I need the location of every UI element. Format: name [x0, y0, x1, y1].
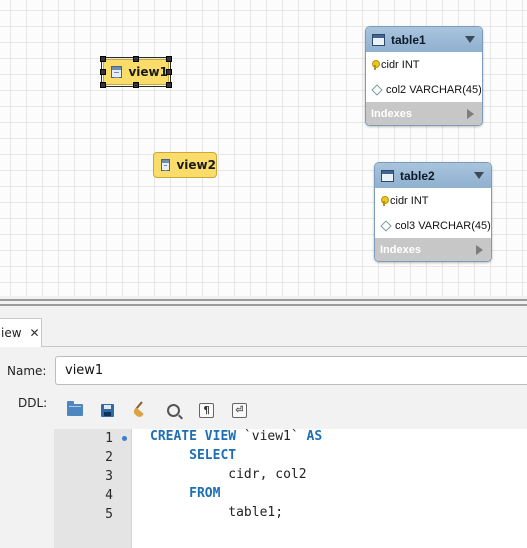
column-text: col2 VARCHAR(45) — [386, 83, 482, 96]
open-file-icon — [66, 401, 83, 416]
table-title: table2 — [400, 168, 435, 183]
resize-handle-bl[interactable] — [100, 82, 106, 88]
line-number: 1 — [105, 431, 113, 446]
table2-object[interactable]: table2 cidr INT col3 VARCHAR(45) Indexes — [374, 162, 492, 262]
column-row[interactable]: cidr INT — [375, 188, 491, 213]
name-label: Name: — [7, 364, 47, 378]
view2-object[interactable]: view2 — [153, 152, 217, 178]
table-header[interactable]: table2 — [375, 163, 491, 188]
column-text: cidr INT — [390, 194, 429, 207]
word-wrap-icon: ⏎ — [232, 402, 247, 418]
invisible-chars-button[interactable]: ¶ — [190, 399, 223, 421]
view-icon — [161, 159, 171, 171]
tab-label: iew — [1, 326, 22, 340]
resize-handle-tr[interactable] — [166, 56, 172, 62]
line-number: 4 — [105, 488, 113, 503]
close-icon[interactable]: ✕ — [30, 326, 40, 340]
line-number: 2 — [105, 450, 113, 465]
line-number: 3 — [105, 469, 113, 484]
column-row[interactable]: col3 VARCHAR(45) — [375, 213, 491, 238]
ddl-code-editor[interactable]: 1 2 3 4 5 CREATE VIEW `view1` AS SELECT … — [54, 429, 527, 548]
expand-arrow-icon[interactable] — [467, 109, 474, 119]
editor-tab-bar: iew ✕ — [0, 318, 527, 347]
code-line: SELECT — [150, 448, 322, 467]
table-title: table1 — [391, 32, 426, 47]
invisible-chars-icon: ¶ — [199, 402, 214, 418]
resize-handle-tl[interactable] — [100, 56, 106, 62]
primary-key-icon — [372, 59, 380, 70]
view2-label: view2 — [176, 158, 216, 172]
beautify-button[interactable] — [124, 399, 157, 421]
resize-handle-bm[interactable] — [133, 82, 139, 88]
code-text: table1; — [228, 505, 284, 520]
collapse-arrow-icon[interactable] — [465, 36, 475, 43]
resize-handle-tm[interactable] — [133, 56, 139, 62]
column-row[interactable]: col2 VARCHAR(45) — [366, 77, 482, 102]
column-text: col3 VARCHAR(45) — [395, 219, 491, 232]
save-icon — [101, 403, 114, 417]
word-wrap-button[interactable]: ⏎ — [223, 399, 256, 421]
identifier: `view1` — [236, 429, 307, 444]
column-row[interactable]: cidr INT — [366, 52, 482, 77]
table-header[interactable]: table1 — [366, 27, 482, 52]
indexes-label: Indexes — [380, 243, 421, 256]
column-diamond-icon — [371, 83, 383, 96]
table-icon — [381, 169, 394, 182]
splitter-line — [0, 304, 527, 306]
diagram-canvas[interactable]: view1 view2 table1 cidr INT col2 VARCHAR… — [0, 0, 527, 296]
code-line: FROM — [150, 486, 322, 505]
table-icon — [372, 33, 385, 46]
statement-marker-icon — [122, 436, 127, 441]
view-icon — [111, 66, 123, 78]
open-file-button[interactable] — [58, 399, 91, 421]
code-line: cidr, col2 — [150, 467, 322, 486]
collapse-arrow-icon[interactable] — [474, 172, 484, 179]
code-line: table1; — [150, 505, 322, 524]
view-editor-panel: iew ✕ Name: view1 DDL: ¶ ⏎ 1 2 3 4 5 CRE… — [0, 310, 527, 548]
tab-view1[interactable]: iew ✕ — [0, 318, 42, 347]
code-line: CREATE VIEW `view1` AS — [150, 429, 322, 448]
panel-splitter[interactable] — [0, 296, 527, 310]
save-button[interactable] — [91, 399, 124, 421]
ddl-toolbar: ¶ ⏎ — [58, 399, 256, 421]
find-button[interactable] — [157, 399, 190, 421]
beautify-icon — [133, 402, 149, 418]
ddl-label: DDL: — [18, 396, 48, 410]
view-name-input[interactable]: view1 — [55, 356, 527, 385]
keyword: CREATE VIEW — [150, 429, 237, 444]
indexes-section[interactable]: Indexes — [375, 238, 491, 261]
keyword: SELECT — [189, 448, 237, 463]
column-diamond-icon — [380, 219, 392, 232]
code-text: cidr, col2 — [228, 467, 307, 482]
resize-handle-br[interactable] — [166, 82, 172, 88]
line-number-gutter: 1 2 3 4 5 — [54, 429, 132, 548]
keyword: FROM — [189, 486, 221, 501]
indexes-section[interactable]: Indexes — [366, 102, 482, 125]
primary-key-icon — [381, 195, 389, 206]
resize-handle-mr[interactable] — [166, 69, 172, 75]
indexes-label: Indexes — [371, 107, 412, 120]
column-text: cidr INT — [381, 58, 420, 71]
line-number: 5 — [105, 507, 113, 522]
find-icon — [167, 403, 180, 417]
resize-handle-ml[interactable] — [100, 69, 106, 75]
view1-label: view1 — [128, 65, 168, 79]
keyword: AS — [306, 429, 323, 444]
table1-object[interactable]: table1 cidr INT col2 VARCHAR(45) Indexes — [365, 26, 483, 126]
splitter-line — [0, 299, 527, 301]
code-content: CREATE VIEW `view1` AS SELECT cidr, col2… — [150, 429, 322, 524]
expand-arrow-icon[interactable] — [476, 245, 483, 255]
